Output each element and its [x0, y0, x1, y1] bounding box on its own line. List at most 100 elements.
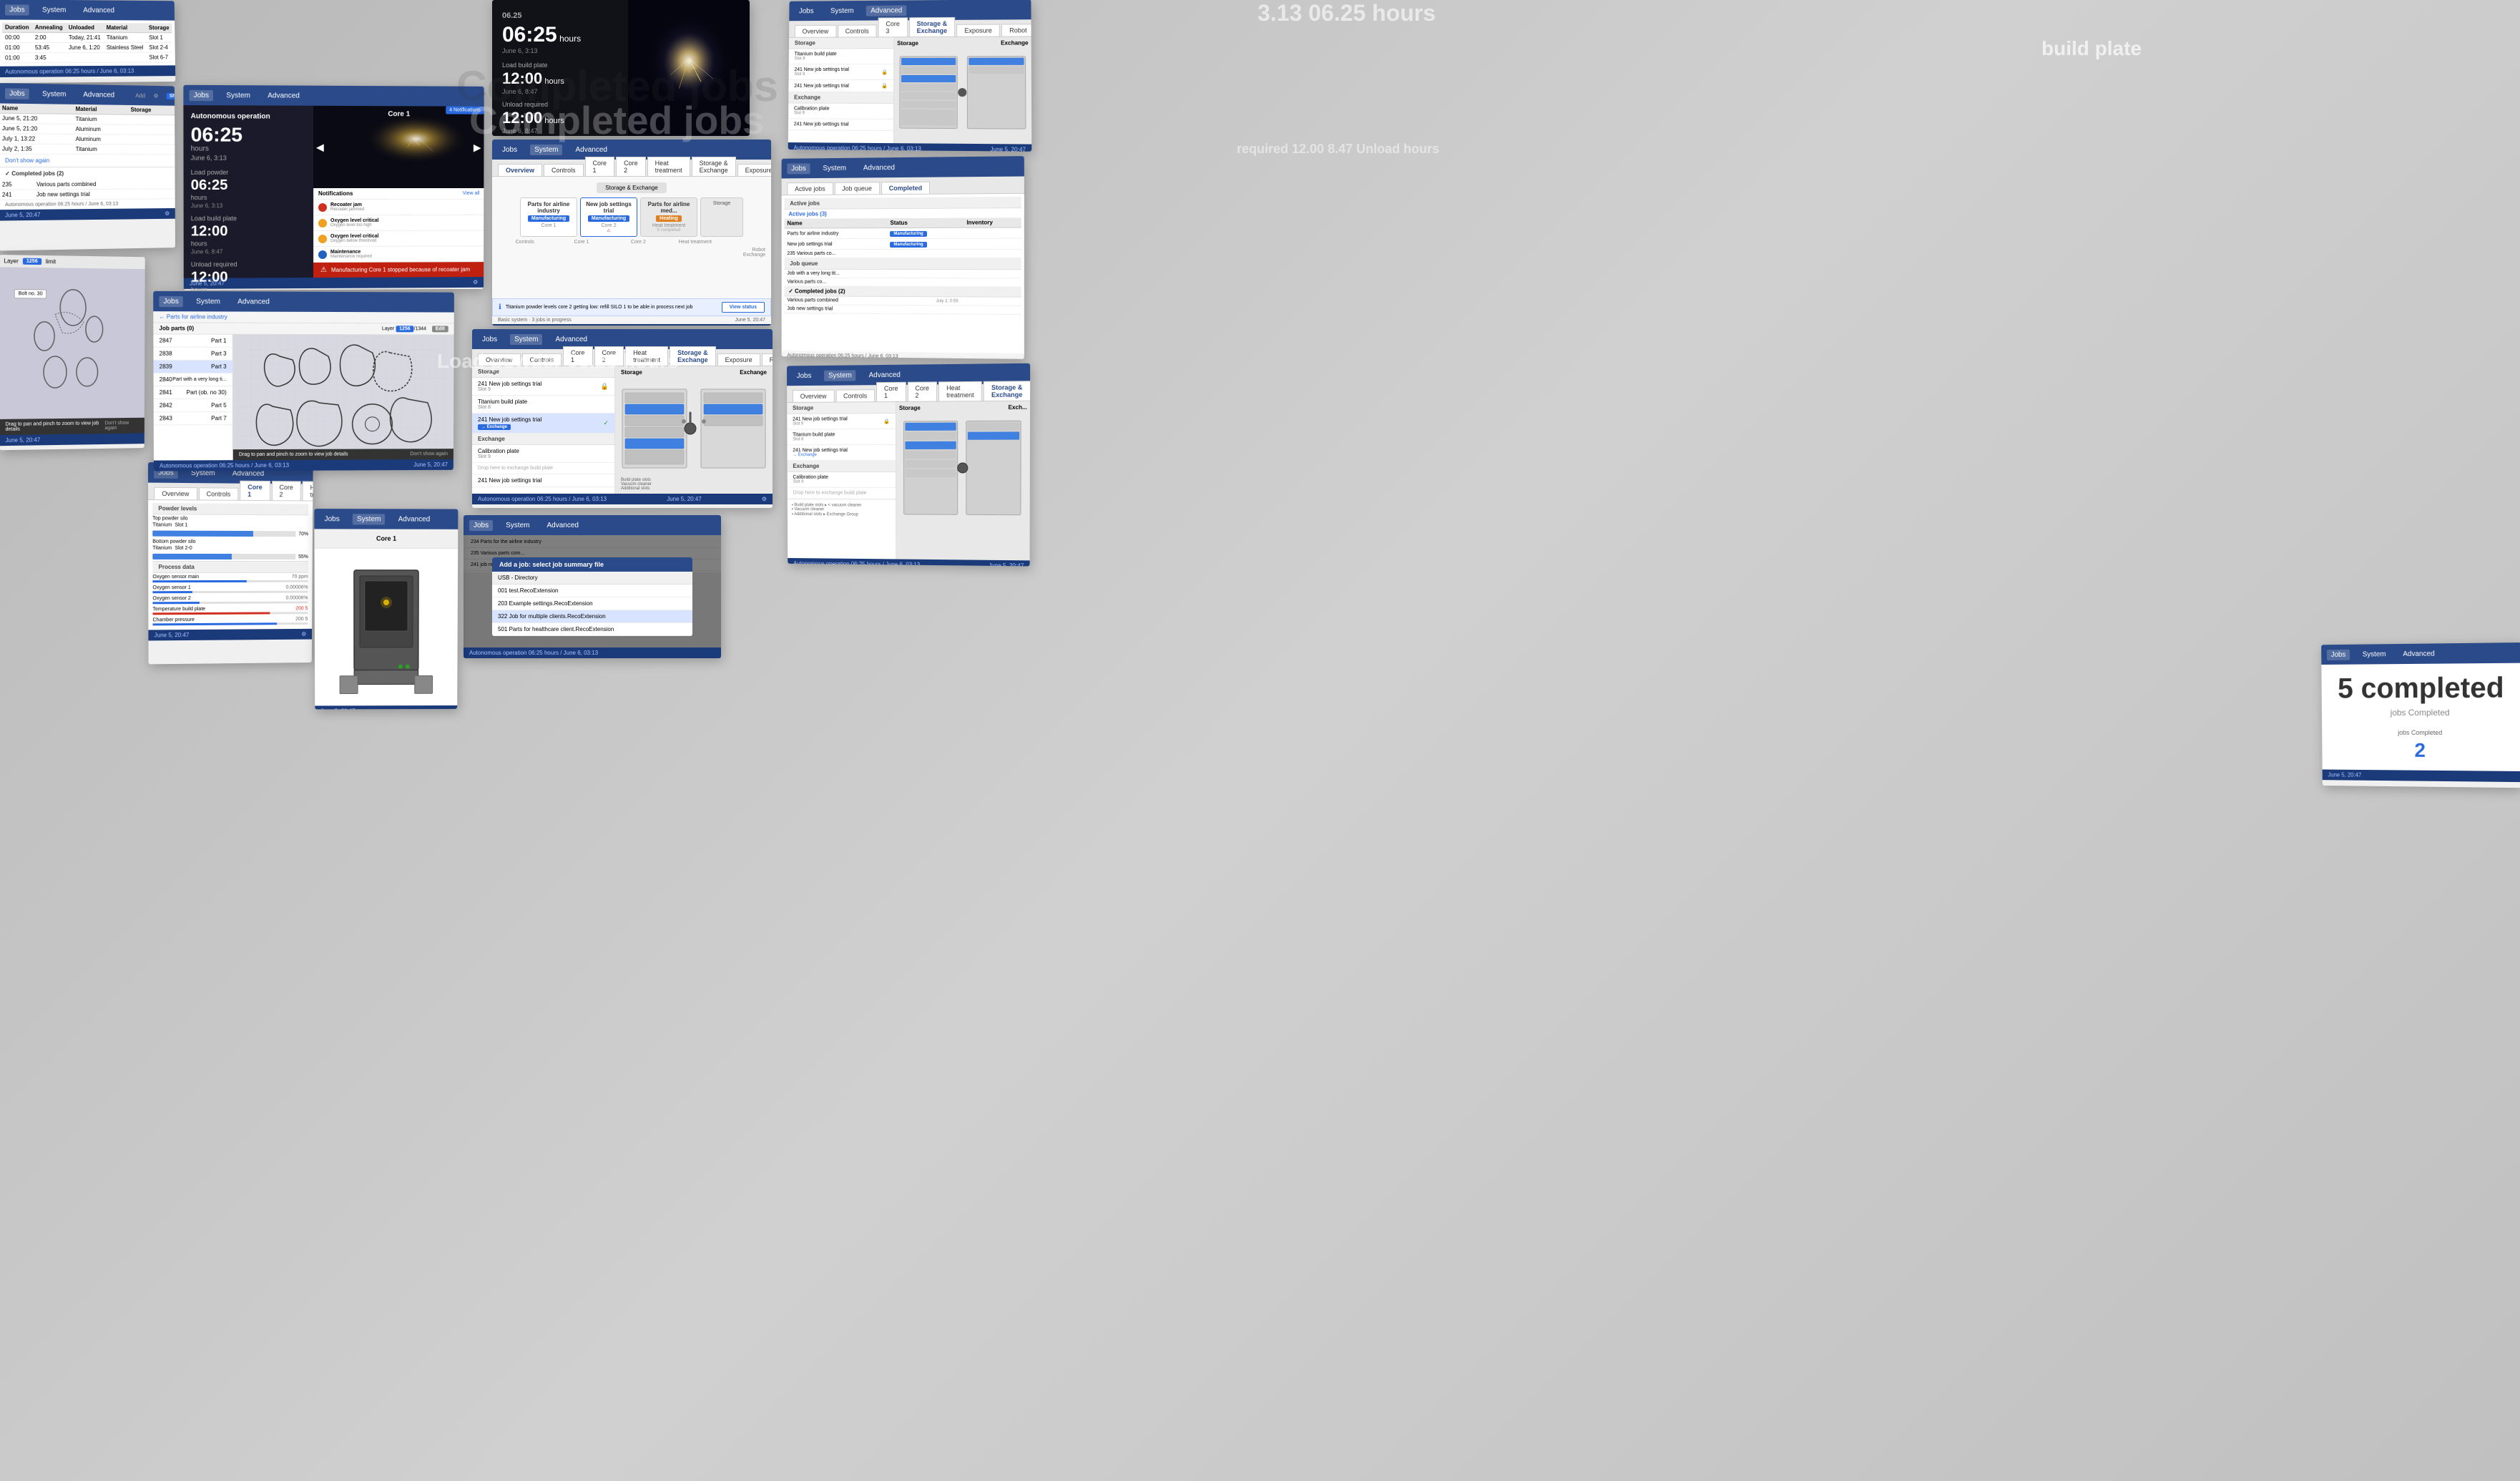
nav-system-parts[interactable]: System: [192, 296, 225, 307]
show-btn[interactable]: Show: [167, 93, 175, 99]
storage-box-sys[interactable]: Storage: [700, 197, 743, 237]
tab-heat-st[interactable]: Heat treatment: [625, 346, 668, 366]
exchange-item-calib[interactable]: Calibration plate Slot 9: [472, 445, 614, 463]
table-row[interactable]: 241Job new settings trial: [0, 189, 175, 200]
nav-jobs-main[interactable]: Jobs: [189, 89, 213, 100]
nav-advanced-sys[interactable]: Advanced: [571, 145, 611, 155]
tab-storage-st[interactable]: Storage & Exchange: [670, 346, 716, 366]
nav-advanced-2[interactable]: Advanced: [79, 89, 119, 101]
tab-c3-jr[interactable]: Core 3: [878, 17, 907, 36]
nav-advanced-srb[interactable]: Advanced: [865, 369, 905, 381]
nav-advanced-parts[interactable]: Advanced: [233, 296, 274, 307]
tab-robot-st[interactable]: Robot: [762, 353, 773, 366]
storage-srb-1[interactable]: 241 New job settings trialSlot 9 🔒: [787, 414, 896, 430]
nav-system-2[interactable]: System: [38, 89, 71, 100]
part-item-2839[interactable]: 2839 Part 3: [153, 361, 232, 373]
tab-core2-sys[interactable]: Core 2: [616, 157, 646, 176]
storage-srb-3[interactable]: 241 New job settings trial→ Exchange: [787, 445, 896, 461]
storage-item-241-selected[interactable]: 241 New job settings trial → Exchange ✓: [472, 414, 614, 434]
tab-queue-jar[interactable]: Job queue: [834, 182, 879, 194]
core2-box-sys[interactable]: New job settings trial Manufacturing Cor…: [580, 197, 637, 237]
tab-heat-sys[interactable]: Heat treatment: [647, 157, 690, 176]
prev-arrow[interactable]: ◀: [316, 141, 324, 153]
tab-c2-st[interactable]: Core 2: [594, 346, 624, 366]
core1-box-sys[interactable]: Parts for airline industry Manufacturing…: [520, 197, 577, 237]
tab-heat[interactable]: Heat treatment: [303, 481, 313, 500]
tab-c1-st[interactable]: Core 1: [563, 346, 593, 366]
nav-jobs-cj[interactable]: Jobs: [2327, 649, 2350, 660]
nav-jobs-aj[interactable]: Jobs: [469, 520, 493, 531]
tab-core1[interactable]: Core 1: [240, 481, 270, 500]
tab-ctrl-srb[interactable]: Controls: [835, 389, 875, 401]
nav-advanced-cj[interactable]: Advanced: [2398, 648, 2438, 660]
active-job-row-3[interactable]: 235 Various parts co...: [785, 249, 1021, 258]
nav-system-expo[interactable]: System: [353, 514, 386, 524]
nav-advanced-aj[interactable]: Advanced: [542, 520, 582, 531]
nav-system-cj[interactable]: System: [2358, 649, 2391, 660]
nav-advanced[interactable]: Advanced: [79, 5, 119, 16]
tab-storage-srb[interactable]: Storage & Exchange: [984, 381, 1030, 401]
nav-system-aj[interactable]: System: [501, 520, 534, 531]
exchange-item-241-2[interactable]: 241 New job settings trial: [472, 474, 614, 487]
nav-advanced-jr[interactable]: Advanced: [866, 5, 906, 16]
storage-srb-2[interactable]: Titanium build plateSlot 8: [787, 429, 896, 445]
nav-jobs-srb[interactable]: Jobs: [793, 371, 815, 381]
tab-ov-jr[interactable]: Overview: [795, 25, 836, 37]
nav-system-main[interactable]: System: [222, 90, 255, 101]
dont-show-link[interactable]: Don't show again: [5, 157, 170, 164]
nav-system-sys[interactable]: System: [530, 145, 562, 155]
nav-jobs-expo[interactable]: Jobs: [320, 514, 343, 524]
dont-show-overlay-btn[interactable]: Don't show again: [410, 451, 448, 456]
file-item-322[interactable]: 322 Job for multiple clients.RecoExtensi…: [492, 610, 692, 623]
table-row[interactable]: 01:003:45Slot 6-7: [2, 52, 172, 63]
tab-overview-sys[interactable]: Overview: [498, 164, 542, 176]
tab-overview[interactable]: Overview: [154, 487, 197, 500]
table-row[interactable]: July 2, 1:35Titanium: [0, 144, 175, 155]
exchange-item-jr-2[interactable]: 241 New job settings trial: [788, 119, 893, 131]
storage-item-jr-3[interactable]: 241 New job settings trial 🔒: [788, 80, 893, 92]
part-item-2841[interactable]: 2841 Part (ob. no 30): [154, 386, 232, 399]
tab-storage-jr[interactable]: Storage & Exchange: [909, 17, 956, 36]
tab-controls[interactable]: Controls: [199, 487, 239, 500]
tab-controls-sys[interactable]: Controls: [544, 164, 584, 176]
tab-core1-sys[interactable]: Core 1: [585, 157, 615, 176]
part-item-2840[interactable]: 2840 Part with a very long ti...: [154, 373, 232, 386]
queue-row-1[interactable]: Job with a very long tit...: [785, 270, 1021, 278]
nav-system-storage[interactable]: System: [510, 334, 542, 345]
part-item-2838[interactable]: 2838 Part 3: [153, 348, 232, 361]
edit-btn[interactable]: Edit: [432, 326, 448, 332]
tab-expo-st[interactable]: Exposure: [717, 353, 760, 366]
nav-system[interactable]: System: [38, 4, 71, 15]
next-arrow[interactable]: ▶: [474, 141, 481, 153]
tab-exposure-sys[interactable]: Exposure: [737, 164, 771, 176]
nav-jobs-jar[interactable]: Jobs: [787, 163, 810, 174]
nav-jobs-storage[interactable]: Jobs: [478, 334, 501, 345]
storage-item-titanium[interactable]: Titanium build plate Slot 8: [472, 396, 614, 414]
table-row[interactable]: 01:0053:45June 6, 1:20Stainless SteelSlo…: [2, 42, 172, 52]
tab-heat-srb[interactable]: Heat treatment: [938, 381, 982, 401]
nav-jobs-2[interactable]: Jobs: [5, 88, 29, 99]
tab-active-jar[interactable]: Active jobs: [787, 182, 833, 195]
file-item-501[interactable]: 501 Parts for healthcare client.RecoExte…: [492, 623, 692, 636]
tab-core2[interactable]: Core 2: [272, 481, 301, 500]
tab-robot-jr[interactable]: Robot: [1001, 24, 1031, 36]
table-row[interactable]: 235Various parts combined: [0, 180, 175, 190]
part-item-2847[interactable]: 2847 Part 1: [153, 334, 232, 347]
tab-c1-srb[interactable]: Core 1: [876, 382, 906, 401]
part-item-2842[interactable]: 2842 Part 5: [154, 399, 232, 412]
storage-item-jr-2[interactable]: 241 New job settings trialSlot 9 🔒: [789, 64, 894, 80]
tab-expo-jr[interactable]: Exposure: [956, 24, 1000, 36]
table-row[interactable]: 00:002:00Today, 21:41TitaniumSlot 1: [2, 32, 172, 42]
queue-row-2[interactable]: Various parts co...: [785, 278, 1021, 287]
heat-box-sys[interactable]: Parts for airline med... Heating Heat tr…: [640, 197, 697, 237]
nav-system-jar[interactable]: System: [818, 162, 850, 173]
nav-jobs-sys[interactable]: Jobs: [498, 145, 521, 155]
exposure-tab[interactable]: Storage & Exchange: [597, 182, 666, 193]
tab-ctrl-st[interactable]: Controls: [522, 353, 562, 366]
tab-ov-srb[interactable]: Overview: [793, 390, 834, 402]
storage-item-241[interactable]: 241 New job settings trial Slot 9 🔒: [472, 378, 614, 396]
file-item-001[interactable]: 001 test.RecoExtension: [492, 585, 692, 597]
nav-advanced-storage[interactable]: Advanced: [551, 334, 591, 345]
nav-system-jr[interactable]: System: [826, 5, 858, 16]
tab-ov-st[interactable]: Overview: [478, 353, 521, 366]
